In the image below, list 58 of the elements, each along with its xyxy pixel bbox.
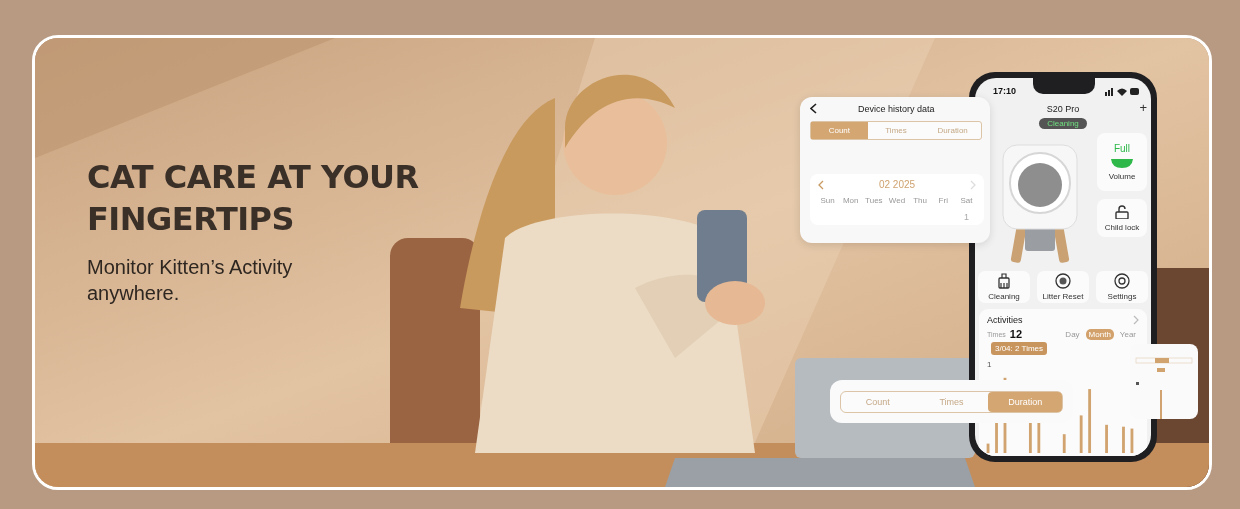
action-tile[interactable]: Cleaning (978, 271, 1030, 303)
chevron-left-icon (818, 179, 824, 190)
segment-tab[interactable]: Count (841, 391, 915, 412)
date-cell[interactable]: 1 (954, 212, 978, 222)
child-lock-tile[interactable]: Child lock (1097, 199, 1147, 237)
chart-bar (1062, 434, 1066, 453)
chevron-right-icon (1133, 315, 1139, 325)
tile-label: Settings (1107, 292, 1137, 301)
axis-label: 1 (987, 360, 992, 369)
chart-bar (1079, 415, 1083, 453)
segment-tab[interactable]: Times (867, 122, 925, 139)
segment-tab[interactable]: Duration (988, 391, 1062, 412)
card-title: Device history data (858, 103, 935, 114)
segment-tab[interactable]: Count (811, 122, 868, 139)
segment-tab[interactable]: Duration (924, 122, 981, 139)
action-tile[interactable]: Litter Reset (1037, 271, 1089, 303)
tile-label: Child lock (1104, 222, 1140, 232)
chart-tooltip: 3/04: 2 Times (991, 342, 1048, 355)
weekday-label: Sun (819, 196, 836, 205)
weekday-label: Tues (864, 196, 884, 205)
tile-label: Volume (1108, 172, 1136, 181)
chart-bar (986, 443, 990, 453)
chart-bar (1088, 389, 1092, 453)
broom-icon (995, 273, 1013, 289)
disc-icon (1054, 273, 1072, 289)
volume-value: Full (1113, 143, 1131, 154)
unlock-icon (1115, 204, 1129, 219)
chart-bar (1130, 428, 1134, 453)
tile-label: Litter Reset (1042, 292, 1084, 301)
headline: CAT CARE AT YOUR FINGERTIPS (87, 157, 420, 240)
volume-tile[interactable]: Full Volume (1097, 133, 1147, 191)
action-tile[interactable]: Settings (1096, 271, 1148, 303)
times-value: 12 (1009, 328, 1023, 340)
chart-bar (1105, 424, 1108, 453)
month-label: 02 2025 (878, 179, 916, 190)
status-time: 17:10 (993, 86, 1017, 96)
back-icon (810, 103, 817, 114)
phone-notch (1033, 78, 1095, 94)
status-icons (1105, 86, 1139, 96)
status-badge: Cleaning (1039, 118, 1087, 129)
chart-bar (1122, 426, 1125, 453)
weekday-label: Mon (841, 196, 860, 205)
weekday-label: Fri (937, 196, 949, 205)
weekday-label: Thu (912, 196, 929, 205)
device-title: S20 Pro (1046, 104, 1080, 114)
section-title: Activities (987, 315, 1023, 325)
chevron-right-icon (970, 179, 976, 190)
bowl-icon (1111, 158, 1133, 168)
weekday-label: Sat (959, 196, 974, 205)
period-tab[interactable]: Day (1062, 328, 1083, 340)
segment-tab[interactable]: Times (914, 391, 989, 412)
add-button[interactable]: + (1139, 101, 1147, 115)
weekday-label: Wed (887, 196, 907, 205)
period-tab[interactable]: Month (1085, 328, 1114, 340)
subtitle: Monitor Kitten’s Activity anywhere. (87, 255, 294, 306)
period-tab[interactable]: Year (1116, 328, 1139, 340)
settings-icon (1113, 273, 1131, 289)
tile-label: Cleaning (988, 292, 1020, 301)
